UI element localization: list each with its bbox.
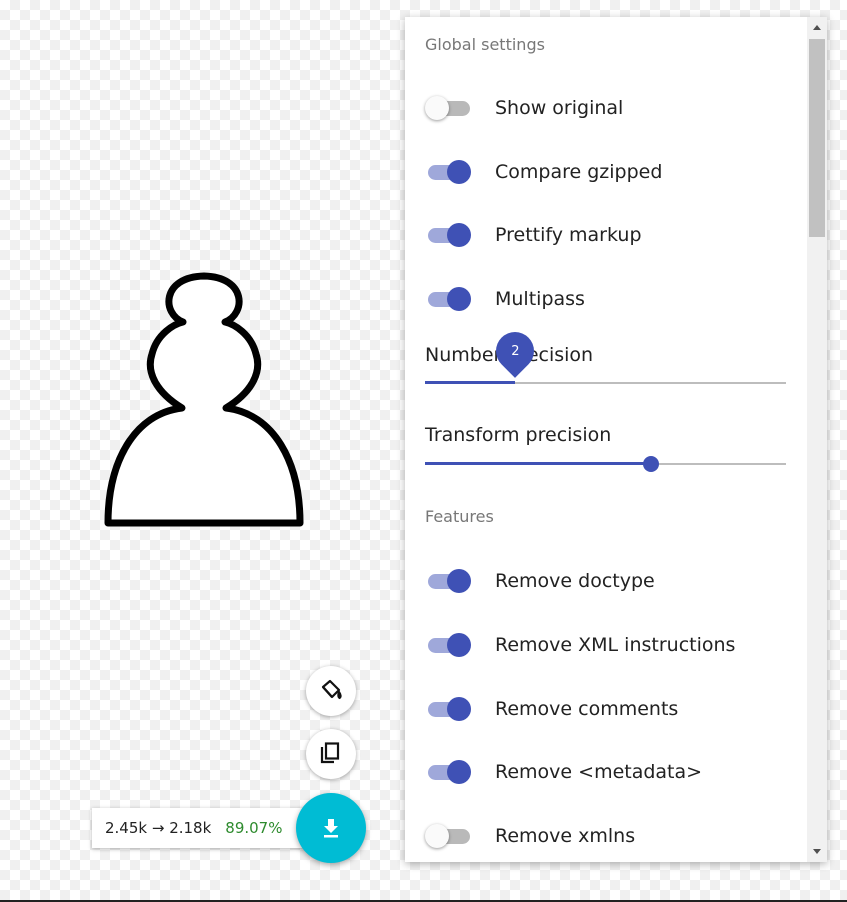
svg-preview — [104, 272, 304, 530]
remove-metadata-toggle[interactable] — [425, 758, 471, 786]
number-precision-slider[interactable]: 2 — [425, 324, 786, 393]
size-percent: 89.07% — [225, 819, 283, 837]
compare-gzipped-toggle[interactable] — [425, 158, 471, 186]
toggle-label: Prettify markup — [495, 224, 642, 246]
pawn-image — [104, 272, 304, 527]
remove-xmlns-toggle[interactable] — [425, 822, 471, 850]
settings-panel: Global settings Show original Compare gz… — [405, 17, 827, 862]
transform-precision-slider[interactable] — [425, 454, 786, 474]
slider-value-bubble: 2 — [488, 324, 543, 378]
copy-icon — [320, 742, 340, 764]
global-settings-title: Global settings — [425, 35, 545, 54]
toggle-row-compare-gzipped[interactable]: Compare gzipped — [425, 157, 662, 187]
download-icon — [324, 819, 338, 838]
remove-doctype-toggle[interactable] — [425, 567, 471, 595]
scroll-up-arrow[interactable] — [807, 17, 827, 37]
format-paint-icon — [321, 679, 342, 700]
scroll-down-arrow[interactable] — [807, 842, 827, 862]
toggle-label: Remove comments — [495, 698, 679, 720]
size-summary: 2.45k → 2.18k 89.07% — [92, 808, 306, 848]
toggle-row-remove-xml-instructions[interactable]: Remove XML instructions — [425, 630, 735, 660]
toggle-label: Remove doctype — [495, 570, 655, 592]
toggle-label: Multipass — [495, 288, 585, 310]
copy-button[interactable] — [306, 729, 356, 779]
show-original-toggle[interactable] — [425, 94, 471, 122]
toggle-row-remove-comments[interactable]: Remove comments — [425, 694, 678, 724]
panel-scrollbar[interactable] — [807, 17, 827, 862]
toggle-label: Compare gzipped — [495, 161, 663, 183]
size-before-after: 2.45k → 2.18k — [105, 819, 212, 837]
toggle-label: Remove XML instructions — [495, 634, 736, 656]
paint-button[interactable] — [306, 666, 356, 716]
toggle-row-prettify-markup[interactable]: Prettify markup — [425, 220, 642, 250]
multipass-toggle[interactable] — [425, 285, 471, 313]
slider-value: 2 — [511, 343, 520, 359]
scroll-thumb[interactable] — [809, 39, 825, 237]
download-button[interactable] — [296, 793, 366, 863]
slider-thumb[interactable] — [642, 456, 659, 472]
features-title: Features — [425, 507, 494, 526]
toggle-row-show-original[interactable]: Show original — [425, 93, 623, 123]
toggle-row-remove-xmlns[interactable]: Remove xmlns — [425, 821, 635, 851]
toggle-label: Remove xmlns — [495, 825, 636, 847]
transform-precision-label: Transform precision — [425, 424, 612, 446]
toggle-row-remove-doctype[interactable]: Remove doctype — [425, 566, 655, 596]
prettify-markup-toggle[interactable] — [425, 221, 471, 249]
arrow-up-icon — [813, 25, 821, 30]
remove-comments-toggle[interactable] — [425, 695, 471, 723]
toggle-row-remove-metadata[interactable]: Remove <metadata> — [425, 757, 702, 787]
remove-xml-instructions-toggle[interactable] — [425, 631, 471, 659]
arrow-down-icon — [813, 849, 821, 854]
toggle-label: Show original — [495, 97, 624, 119]
toggle-label: Remove <metadata> — [495, 761, 703, 783]
toggle-row-multipass[interactable]: Multipass — [425, 284, 585, 314]
